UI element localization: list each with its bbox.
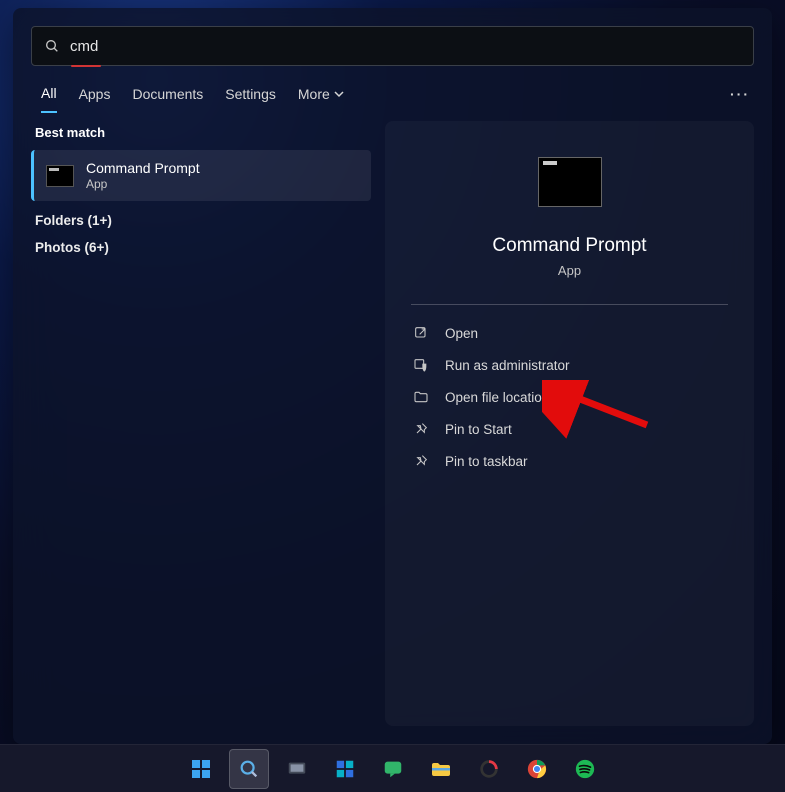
filter-settings[interactable]: Settings — [225, 86, 276, 112]
filter-documents[interactable]: Documents — [132, 86, 203, 112]
preview-terminal-icon — [538, 157, 602, 207]
spinner-icon — [478, 758, 500, 780]
filter-more[interactable]: More — [298, 86, 344, 112]
search-box[interactable] — [31, 26, 754, 66]
open-icon — [413, 325, 429, 341]
action-pin-to-start[interactable]: Pin to Start — [411, 413, 728, 445]
category-folders[interactable]: Folders (1+) — [31, 201, 371, 236]
chat-icon — [382, 758, 404, 780]
result-title: Command Prompt — [86, 160, 200, 176]
action-pin-to-taskbar[interactable]: Pin to taskbar — [411, 445, 728, 477]
filter-all[interactable]: All — [41, 85, 57, 113]
action-label: Pin to Start — [445, 422, 512, 437]
search-icon — [44, 38, 60, 54]
search-input[interactable] — [70, 38, 741, 55]
result-command-prompt[interactable]: Command Prompt App — [31, 150, 371, 201]
pin-icon — [413, 453, 429, 469]
filter-tabs: All Apps Documents Settings More ··· — [31, 85, 754, 113]
annotation-underline — [71, 65, 101, 67]
taskbar-spotify[interactable] — [565, 749, 605, 789]
taskbar-widgets[interactable] — [325, 749, 365, 789]
overflow-menu-button[interactable]: ··· — [730, 86, 750, 112]
taskbar-app-loading[interactable] — [469, 749, 509, 789]
action-run-as-administrator[interactable]: Run as administrator — [411, 349, 728, 381]
category-photos[interactable]: Photos (6+) — [31, 236, 371, 263]
chrome-icon — [526, 758, 548, 780]
filter-apps[interactable]: Apps — [79, 86, 111, 112]
windows-logo-icon — [189, 757, 213, 781]
taskbar-search-button[interactable] — [229, 749, 269, 789]
folder-icon — [413, 389, 429, 405]
search-icon — [238, 758, 260, 780]
task-view-icon — [286, 758, 308, 780]
best-match-label: Best match — [31, 121, 371, 150]
taskbar-task-view[interactable] — [277, 749, 317, 789]
action-open-file-location[interactable]: Open file location — [411, 381, 728, 413]
taskbar-file-explorer[interactable] — [421, 749, 461, 789]
result-subtitle: App — [86, 177, 200, 191]
preview-title: Command Prompt — [411, 235, 728, 257]
taskbar-chrome[interactable] — [517, 749, 557, 789]
filter-more-label: More — [298, 86, 330, 102]
action-label: Run as administrator — [445, 358, 570, 373]
results-column: Best match Command Prompt App Folders (1… — [31, 121, 371, 744]
widgets-icon — [334, 758, 356, 780]
spotify-icon — [574, 758, 596, 780]
taskbar — [0, 744, 785, 792]
preview-pane: Command Prompt App Open Run as administr… — [385, 121, 754, 726]
taskbar-start-button[interactable] — [181, 749, 221, 789]
folder-icon — [429, 757, 453, 781]
admin-shield-icon — [413, 357, 429, 373]
terminal-icon — [46, 165, 74, 187]
start-search-panel: All Apps Documents Settings More ··· Bes… — [13, 8, 772, 744]
action-label: Open — [445, 326, 478, 341]
preview-subtitle: App — [411, 263, 728, 278]
action-label: Open file location — [445, 390, 549, 405]
divider — [411, 304, 728, 305]
action-open[interactable]: Open — [411, 317, 728, 349]
pin-icon — [413, 421, 429, 437]
chevron-down-icon — [334, 89, 344, 99]
taskbar-chat[interactable] — [373, 749, 413, 789]
action-label: Pin to taskbar — [445, 454, 528, 469]
